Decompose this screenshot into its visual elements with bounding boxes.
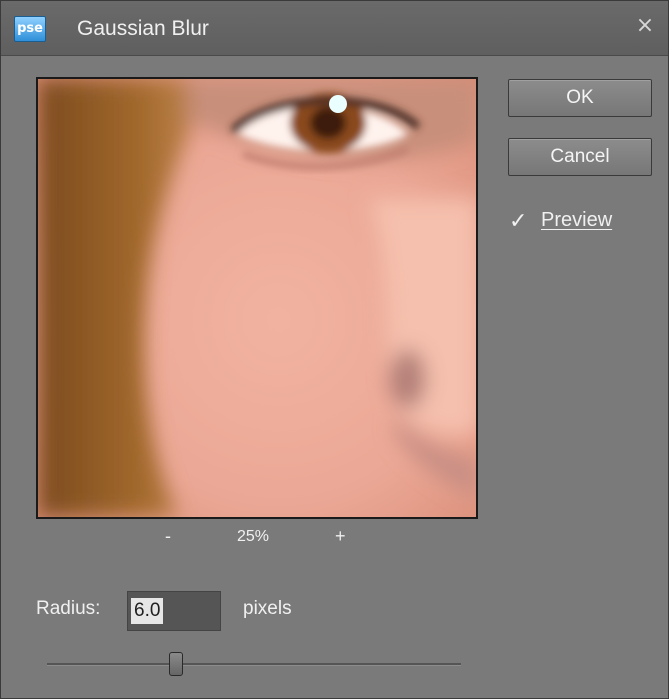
gaussian-blur-dialog: pse Gaussian Blur × - 25% + OK Cancel ✓ … <box>0 0 669 699</box>
app-icon: pse <box>14 16 46 42</box>
zoom-in-button[interactable]: + <box>335 526 346 547</box>
zoom-level: 25% <box>237 528 270 545</box>
radius-value: 6.0 <box>131 598 164 624</box>
checkmark-icon: ✓ <box>509 209 528 234</box>
zoom-out-button[interactable]: - <box>165 526 171 547</box>
preview-image[interactable] <box>36 77 478 519</box>
radius-label: Radius: <box>36 598 101 619</box>
title-bar[interactable]: pse Gaussian Blur × <box>1 1 668 56</box>
radius-input[interactable]: 6.0 <box>127 591 221 631</box>
radius-slider-track[interactable] <box>47 663 461 666</box>
zoom-controls: - 25% + <box>1 526 521 550</box>
dialog-title: Gaussian Blur <box>77 17 209 40</box>
close-icon[interactable]: × <box>634 15 656 37</box>
radius-unit-label: pixels <box>243 598 292 619</box>
ok-button[interactable]: OK <box>508 79 652 117</box>
cancel-button[interactable]: Cancel <box>508 138 652 176</box>
preview-checkbox-label: Preview <box>541 209 613 231</box>
radius-slider-thumb[interactable] <box>169 652 184 676</box>
